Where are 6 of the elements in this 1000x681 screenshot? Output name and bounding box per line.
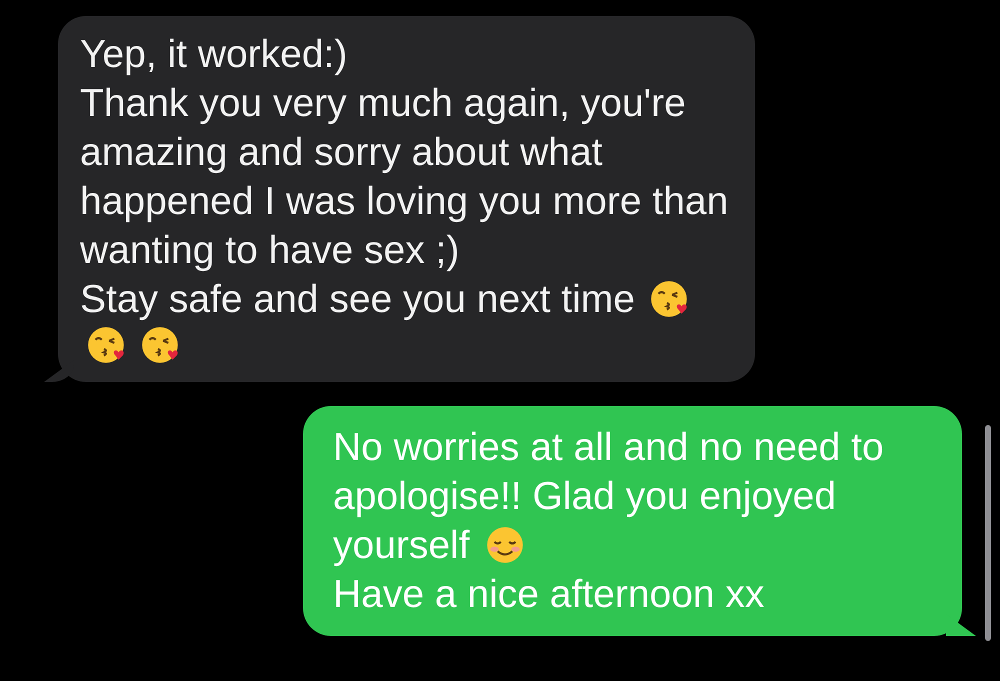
message-text: Thank you very much again, you're amazing and sorry about what happened I was loving you more than wanting to have sex ;) [80, 81, 730, 274]
message-text: Stay safe and see you next time [80, 277, 635, 323]
message-text: Have a nice afternoon xx [333, 572, 764, 618]
message-text: yourself [333, 523, 470, 569]
scrollbar[interactable] [985, 425, 991, 641]
message-text: Yep, it worked:) [80, 32, 348, 78]
